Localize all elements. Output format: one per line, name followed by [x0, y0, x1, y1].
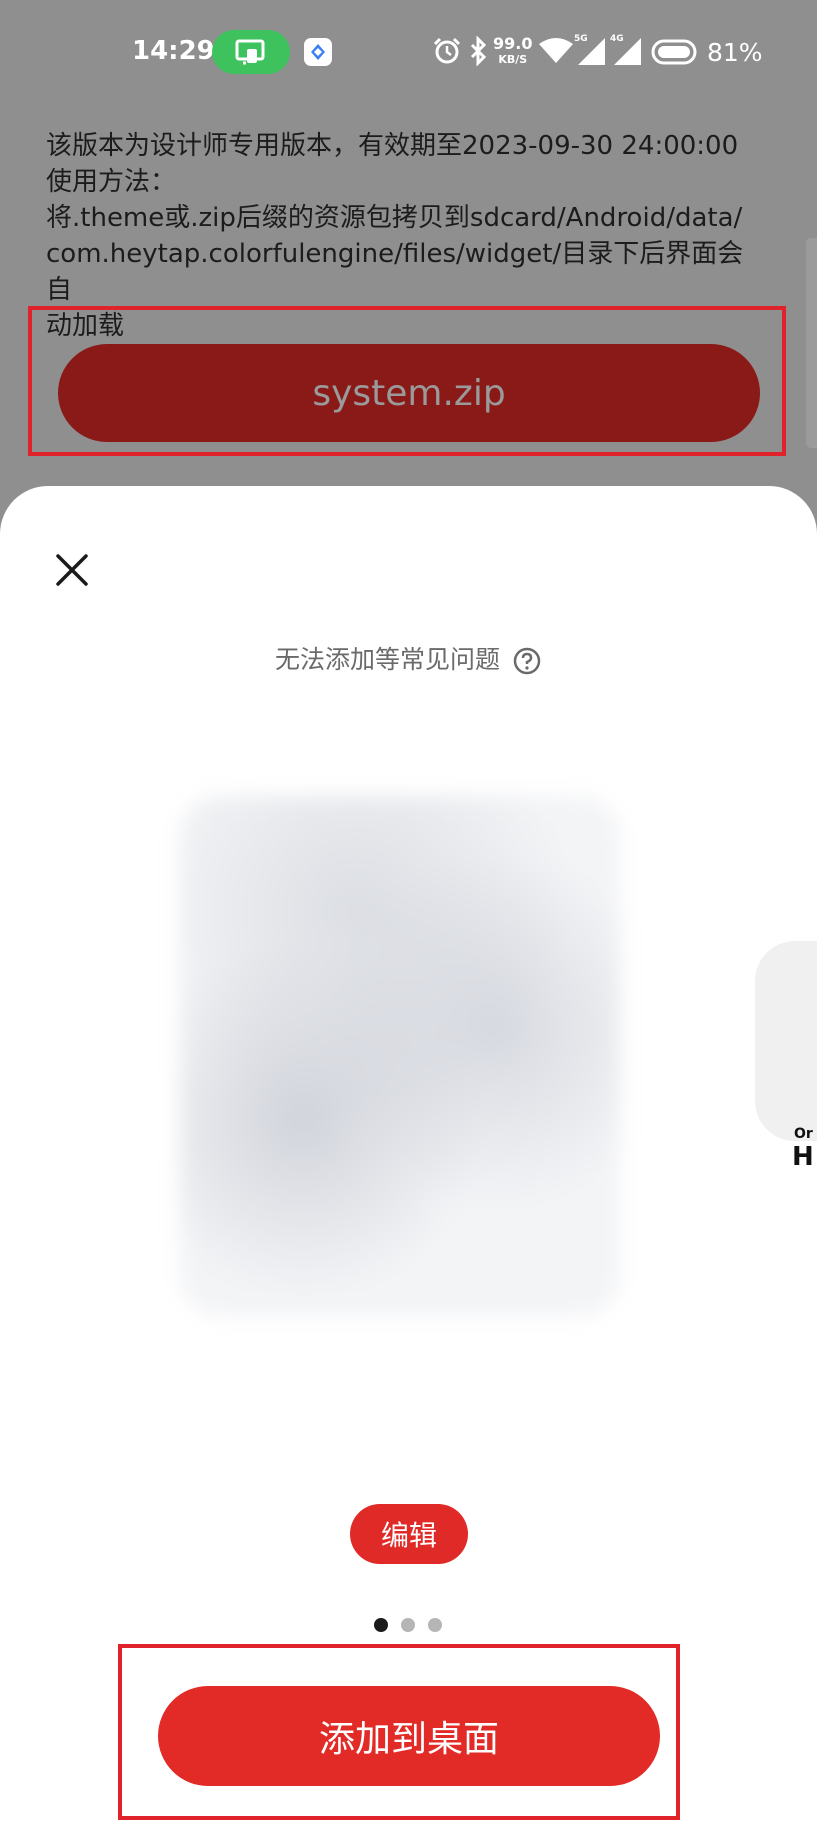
page-indicator — [374, 1618, 444, 1634]
close-button[interactable] — [48, 546, 96, 594]
battery-icon — [651, 39, 697, 65]
widget-bottom-sheet: 无法添加等常见问题 Or H 编辑 添加到桌面 — [0, 486, 817, 1822]
app-badge — [304, 38, 332, 66]
instructions-line: 使用方法： — [46, 167, 177, 197]
widget-preview[interactable] — [180, 796, 620, 1316]
page-dot — [428, 1618, 442, 1632]
cellular-signal-5g: 5G — [574, 34, 606, 66]
file-button[interactable]: system.zip — [58, 344, 760, 442]
next-widget-card[interactable] — [755, 941, 817, 1141]
faq-link[interactable]: 无法添加等常见问题 — [0, 640, 817, 676]
network-speed-value: 99.0 — [493, 34, 533, 53]
wifi-icon — [539, 38, 573, 63]
page-dot — [401, 1618, 415, 1632]
network-speed-unit: KB/S — [498, 53, 528, 66]
next-card-text-small: Or — [794, 1126, 813, 1142]
edit-button[interactable]: 编辑 — [350, 1504, 468, 1564]
instructions-line: 将.theme或.zip后缀的资源包拷贝到sdcard/Android/data… — [46, 203, 743, 233]
close-icon — [56, 554, 88, 586]
instructions-line: 该版本为设计师专用版本，有效期至2023-09-30 24:00:00 — [46, 131, 739, 161]
battery-percent: 81% — [707, 38, 763, 67]
screen-cast-indicator[interactable] — [212, 30, 290, 74]
help-icon — [513, 647, 541, 675]
app-badge-icon — [311, 44, 325, 60]
page-dot — [374, 1618, 388, 1632]
status-bar: 14:29 99.0 KB/S 5G 4G 81% — [0, 0, 817, 104]
screen-cast-icon — [235, 39, 265, 65]
add-to-desktop-button[interactable]: 添加到桌面 — [158, 1686, 660, 1786]
cellular-signal-icon — [614, 38, 641, 65]
cellular-signal-icon — [578, 38, 605, 65]
instructions-line: com.heytap.colorfulengine/files/widget/目… — [46, 239, 744, 305]
alarm-icon — [433, 37, 461, 64]
edge-panel-handle[interactable] — [806, 238, 817, 448]
network-speed: 99.0 KB/S — [493, 36, 532, 68]
bluetooth-icon — [470, 36, 487, 66]
cellular-signal-4g: 4G — [610, 34, 642, 66]
next-card-text-large: H — [792, 1142, 814, 1172]
faq-label: 无法添加等常见问题 — [275, 645, 501, 674]
status-time: 14:29 — [132, 36, 215, 66]
